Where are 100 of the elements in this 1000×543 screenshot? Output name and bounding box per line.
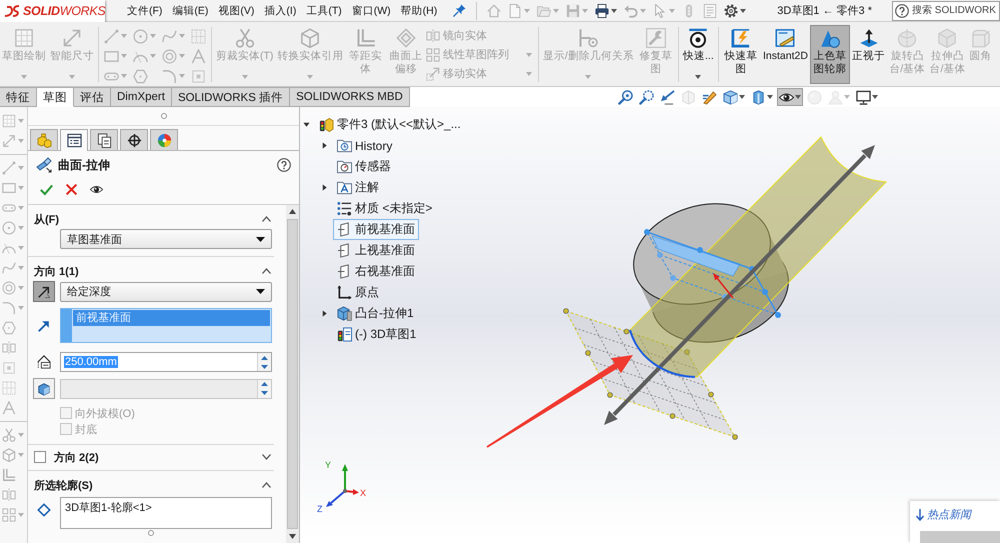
dropdown[interactable]: 草图基准面	[60, 229, 272, 249]
toolbar-button[interactable]: 快速草图	[720, 25, 761, 84]
tab[interactable]: DimXpert	[111, 87, 172, 107]
caret-icon[interactable]	[872, 95, 878, 99]
down-caret-icon[interactable]	[303, 121, 310, 128]
tree-item[interactable]: 零件3 (默认<<默认>_...	[315, 114, 465, 135]
dropdown-arrow-icon[interactable]	[256, 289, 265, 294]
shaded-cube-icon[interactable]	[751, 90, 766, 104]
origin-axes-icon	[337, 285, 352, 300]
tree-item[interactable]: 注解	[333, 177, 383, 198]
toolbar-button[interactable]: 上色草图轮廓	[810, 25, 850, 84]
tree-item[interactable]: 上视基准面	[333, 240, 419, 261]
chevron-down-icon[interactable]	[262, 454, 271, 460]
selection-box[interactable]: 3D草图1-轮廓<1>	[60, 497, 272, 529]
shaded-shapes-icon[interactable]	[820, 28, 840, 48]
tree-item[interactable]: 传感器	[333, 156, 395, 177]
ruler-frame-icon[interactable]	[775, 28, 796, 48]
reverse-direction-button[interactable]	[33, 281, 55, 302]
news-title[interactable]: 热点新闻	[927, 507, 971, 522]
list-item[interactable]: 3D草图1-轮廓<1>	[65, 500, 267, 515]
vertical-scrollbar[interactable]	[286, 205, 299, 543]
spin-up-icon[interactable]	[261, 382, 268, 386]
right-caret-icon[interactable]	[321, 310, 328, 317]
panel-tab[interactable]	[90, 129, 118, 150]
chevron-up-icon[interactable]	[262, 268, 271, 274]
menu-item[interactable]: 帮助(H)	[400, 4, 438, 18]
menu-item[interactable]: 编辑(E)	[172, 4, 208, 18]
eye-icon[interactable]	[90, 183, 103, 196]
view-toolbar-button[interactable]	[721, 88, 747, 106]
crosshair-icon[interactable]	[126, 132, 142, 148]
monitor-icon[interactable]	[856, 90, 871, 104]
tree-item[interactable]: (-) 3D草图1	[333, 324, 420, 345]
caret-icon[interactable]	[739, 95, 745, 99]
target-icon[interactable]	[688, 28, 708, 48]
spin-down-icon[interactable]	[261, 391, 268, 395]
menu-item[interactable]: 插入(I)	[264, 4, 296, 18]
tab[interactable]: SOLIDWORKS MBD	[290, 87, 410, 107]
up-arrow-plane-icon[interactable]	[858, 28, 879, 48]
draft-button[interactable]	[33, 378, 55, 399]
toolbar-button[interactable]: 快速...	[681, 25, 716, 84]
property-list-icon[interactable]	[66, 133, 82, 148]
grip-dot-icon[interactable]	[148, 530, 154, 536]
help-icon[interactable]	[895, 4, 909, 18]
tab[interactable]: 特征	[0, 87, 37, 107]
dropdown[interactable]: 给定深度	[60, 282, 272, 302]
menu-item[interactable]: 工具(T)	[306, 4, 342, 18]
tree-item[interactable]: 材质 <未指定>	[333, 198, 436, 219]
caret-icon[interactable]	[695, 75, 702, 79]
dropdown-arrow-icon[interactable]	[256, 236, 265, 242]
tree-item[interactable]: 凸台-拉伸1	[333, 303, 418, 324]
caret-icon[interactable]	[611, 8, 618, 12]
chevron-up-icon[interactable]	[262, 216, 271, 222]
section-title: 方向 2(2)	[54, 450, 99, 464]
lightning-frame-icon[interactable]	[730, 28, 751, 48]
gear-icon[interactable]	[724, 4, 738, 18]
toolbar-button[interactable]: Instant2D	[760, 25, 810, 84]
draft-angle-input[interactable]	[60, 378, 272, 398]
tab[interactable]: 评估	[74, 87, 111, 107]
parts-icon[interactable]	[36, 132, 52, 148]
spin-down-icon[interactable]	[261, 364, 268, 368]
tab[interactable]: SOLIDWORKS 插件	[172, 87, 290, 107]
tab[interactable]: 草图	[37, 87, 74, 107]
view-cube-icon[interactable]	[723, 90, 738, 104]
view-toolbar-button[interactable]	[854, 88, 880, 106]
scroll-down-icon[interactable]	[289, 534, 296, 539]
scroll-up-icon[interactable]	[289, 209, 296, 214]
scrollbar-thumb[interactable]	[287, 219, 298, 529]
menu-item[interactable]: 文件(F)	[127, 4, 162, 18]
printer-icon[interactable]	[595, 4, 610, 18]
spinner[interactable]	[257, 353, 271, 371]
configuration-icon[interactable]	[96, 132, 112, 148]
sensor-folder-icon	[337, 159, 352, 174]
tree-item[interactable]: History	[333, 135, 396, 156]
color-wheel-icon[interactable]	[156, 132, 172, 148]
right-caret-icon[interactable]	[321, 184, 328, 191]
menu-item[interactable]: 窗口(W)	[352, 4, 391, 18]
tree-item[interactable]: 前视基准面	[333, 219, 419, 240]
close-icon[interactable]	[65, 183, 78, 196]
toolbar-button[interactable]: 正视于	[850, 25, 888, 84]
tree-item[interactable]: 右视基准面	[333, 261, 419, 282]
chevron-up-icon[interactable]	[262, 482, 271, 488]
caret-icon[interactable]	[767, 95, 773, 99]
direction-arrow-icon[interactable]	[37, 284, 51, 298]
panel-tab[interactable]	[120, 129, 148, 150]
right-caret-icon[interactable]	[321, 142, 328, 149]
check-icon[interactable]	[40, 183, 53, 196]
grip-dot-icon[interactable]	[160, 113, 166, 119]
draft-cube-icon[interactable]	[37, 382, 51, 396]
menu-item[interactable]: 视图(V)	[218, 4, 254, 18]
search-field[interactable]: 搜索 SOLIDWORK	[892, 0, 1000, 20]
help-icon[interactable]	[277, 158, 291, 172]
pin-icon[interactable]	[453, 4, 466, 17]
spin-up-icon[interactable]	[261, 356, 268, 360]
caret-icon[interactable]	[795, 95, 801, 99]
caret-icon[interactable]	[740, 8, 746, 12]
view-toolbar-button[interactable]	[777, 88, 803, 106]
checkbox[interactable]	[34, 451, 46, 463]
spinner[interactable]	[257, 380, 271, 398]
tree-item[interactable]: 原点	[333, 282, 383, 303]
panel-tab[interactable]	[60, 129, 88, 151]
